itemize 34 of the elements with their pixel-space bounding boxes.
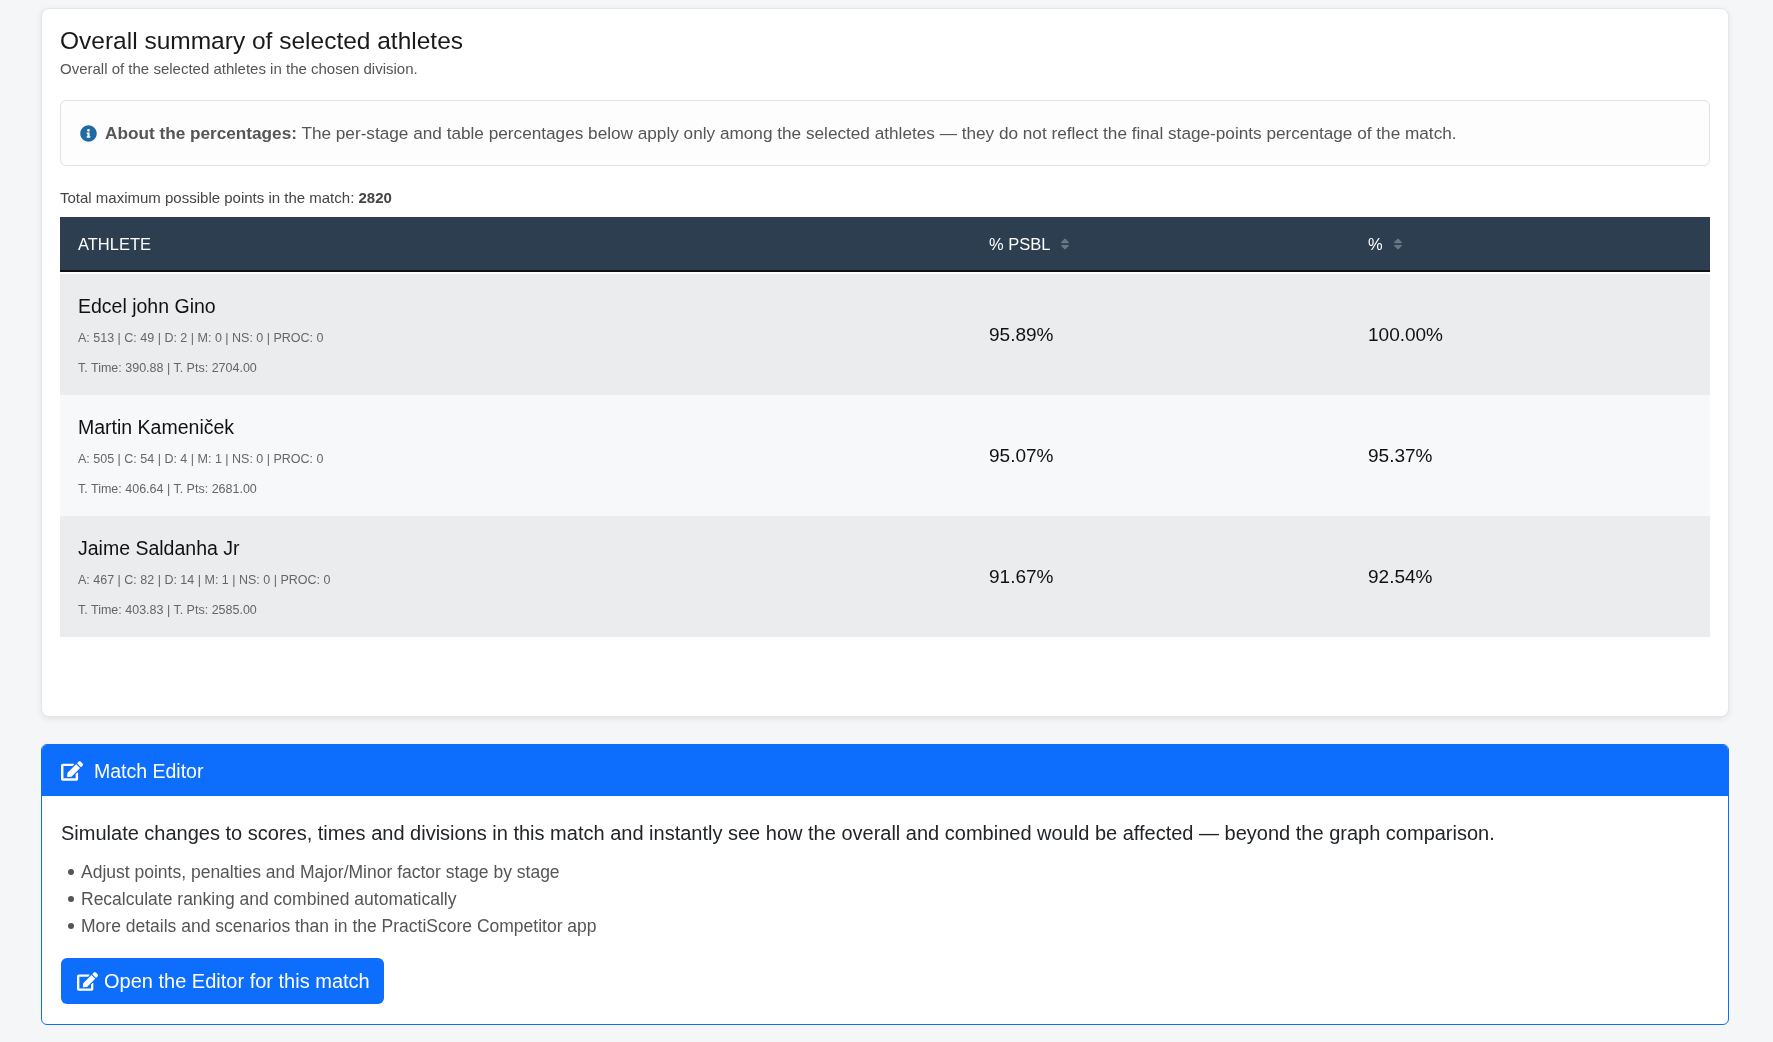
description-text: Simulate changes to scores, times and divisions in this match and instantly see how the overall and combined would be affected — beyond the graph comparison. <box>61 821 1495 846</box>
bullet-icon <box>68 922 74 929</box>
info-icon <box>80 124 97 142</box>
bullet-text: Recalculate ranking and combined automatically <box>81 887 457 910</box>
open-editor-button[interactable]: Open the Editor for this match <box>61 958 384 1004</box>
athlete-stats: A: 505 | C: 54 | D: 4 | M: 1 | NS: 0 | PROC: 0 <box>78 451 324 468</box>
athlete-stats: T. Time: 406.64 | T. Pts: 2681.00 <box>78 481 257 498</box>
bullet-icon <box>68 868 74 875</box>
percent-value: 95.89% <box>989 323 1054 345</box>
bullet-icon <box>68 895 74 902</box>
percent-value: 91.67% <box>989 565 1054 587</box>
card-title: Match Editor <box>94 758 204 783</box>
athlete-stats: A: 513 | C: 49 | D: 2 | M: 0 | NS: 0 | PROC: 0 <box>78 330 324 347</box>
bullet-text: More details and scenarios than in the PractiScore Competitor app <box>81 914 597 937</box>
edit-icon <box>77 970 98 992</box>
percent-value: 95.07% <box>989 444 1054 466</box>
athlete-stats: T. Time: 403.83 | T. Pts: 2585.00 <box>78 602 257 619</box>
percent-value: 100.00% <box>1368 323 1443 345</box>
column-header[interactable]: % PSBL <box>989 232 1073 255</box>
athlete-name: Jaime Saldanha Jr <box>78 536 240 560</box>
athlete-stats: A: 467 | C: 82 | D: 14 | M: 1 | NS: 0 | PROC: 0 <box>78 572 331 589</box>
column-header[interactable]: % <box>1368 232 1405 255</box>
bullet-text: Adjust points, penalties and Major/Minor factor stage by stage <box>81 860 560 883</box>
column-header: ATHLETE <box>78 233 152 255</box>
card-subtitle: Overall of the selected athletes in the chosen division. <box>60 59 418 79</box>
percent-value: 95.37% <box>1368 444 1433 466</box>
edit-icon <box>61 759 83 782</box>
info-text: About the percentages: The per-stage and table percentages below apply only among the selected athletes — they do not reflect the final stage-points percentage of the match. <box>105 122 1457 145</box>
athlete-name: Martin Kameniček <box>78 415 235 439</box>
percent-value: 92.54% <box>1368 565 1433 587</box>
total-points-text: Total maximum possible points in the match: 2820 <box>60 188 392 208</box>
athlete-name: Edcel john Gino <box>78 294 216 318</box>
card-title: Overall summary of selected athletes <box>60 26 464 56</box>
athlete-stats: T. Time: 390.88 | T. Pts: 2704.00 <box>78 360 257 377</box>
